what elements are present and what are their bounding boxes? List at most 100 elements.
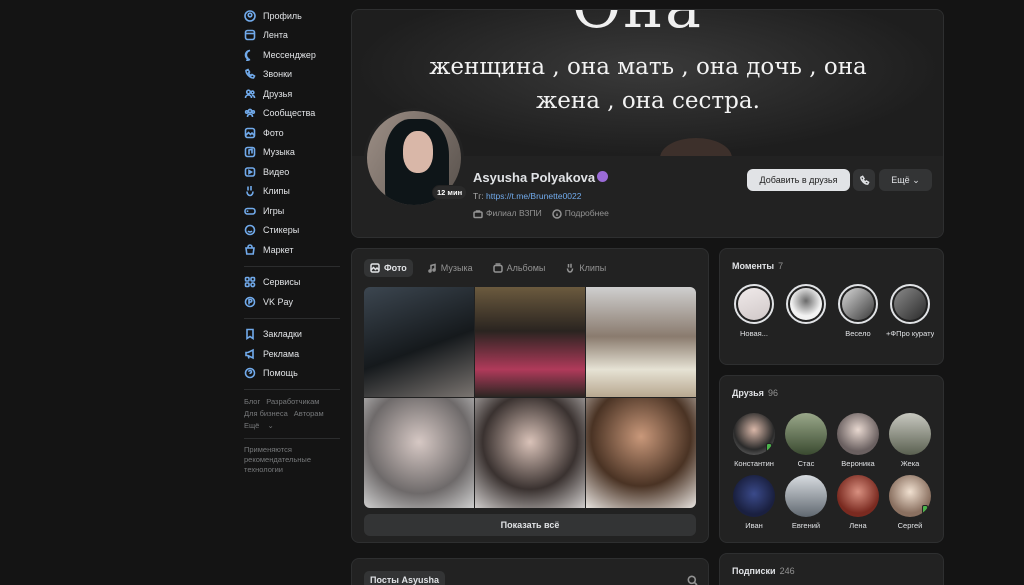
sidebar-item-stickers[interactable]: Стикеры: [240, 221, 344, 241]
search-icon[interactable]: [687, 573, 698, 585]
moment-label: Весело: [845, 329, 871, 338]
friend-item[interactable]: Евгений: [780, 475, 832, 530]
sidebar-item-help[interactable]: Помощь: [240, 364, 344, 384]
show-all-button[interactable]: Показать всё: [364, 514, 696, 536]
messenger-icon: [244, 49, 256, 61]
subscriptions-title[interactable]: Подписки 246: [732, 566, 795, 576]
sidebar-item-market[interactable]: Маркет: [240, 240, 344, 260]
friend-name: Сергей: [897, 521, 923, 530]
sidebar-item-feed[interactable]: Лента: [240, 26, 344, 46]
market-icon: [244, 243, 256, 256]
photo-thumbnail[interactable]: [586, 287, 696, 397]
tab-clips[interactable]: Клипы: [559, 259, 612, 277]
feed-icon: [244, 29, 256, 41]
moment-item[interactable]: [786, 284, 826, 324]
friend-item[interactable]: Иван: [728, 475, 780, 530]
moment-item[interactable]: [838, 284, 878, 324]
friend-item[interactable]: Вероника: [832, 413, 884, 468]
cover-decoration: [660, 138, 732, 156]
avatar-face: [403, 131, 433, 173]
sidebar-item-communities[interactable]: Сообщества: [240, 104, 344, 124]
call-button[interactable]: [853, 169, 875, 191]
photo-thumbnail[interactable]: [364, 398, 474, 508]
footer-link-more[interactable]: Ещё ⌄: [244, 421, 280, 430]
phone-icon: [244, 68, 256, 80]
page: Профиль Лента Мессенджер Звонки Друзья С…: [0, 0, 1024, 585]
org-item[interactable]: Филиал ВЗПИ: [473, 208, 542, 219]
sidebar-item-messenger[interactable]: Мессенджер: [240, 45, 344, 65]
photo-grid: [364, 287, 696, 508]
tab-music[interactable]: Музыка: [421, 259, 479, 277]
sidebar-item-ads[interactable]: Реклама: [240, 344, 344, 364]
bookmarks-icon: [244, 328, 256, 341]
moments-title[interactable]: Моменты 7: [732, 261, 783, 271]
friend-item[interactable]: Стас: [780, 413, 832, 468]
footer-link-business[interactable]: Для бизнеса: [244, 409, 288, 418]
details-link[interactable]: Подробнее: [551, 208, 609, 219]
friend-avatar: [785, 475, 827, 517]
sidebar-item-label: Клипы: [263, 186, 290, 197]
photo-thumbnail[interactable]: [364, 287, 474, 397]
friend-name: Лена: [849, 521, 867, 530]
footer-link-blog[interactable]: Блог: [244, 397, 260, 406]
friend-avatar: [889, 413, 931, 455]
friend-item[interactable]: Жека: [884, 413, 936, 468]
briefcase-icon: [473, 209, 483, 219]
friend-item[interactable]: Лена: [832, 475, 884, 530]
sidebar-item-calls[interactable]: Звонки: [240, 65, 344, 85]
friends-count: 96: [767, 388, 778, 398]
photo-icon: [244, 127, 256, 139]
cover-big-text: Она: [572, 10, 703, 42]
services-icon: [244, 276, 256, 288]
sidebar-item-vkpay[interactable]: VK Pay: [240, 292, 344, 312]
footer-link-developers[interactable]: Разработчикам: [266, 397, 319, 406]
sidebar-footer-links: Блог Разработчикам Для бизнеса Авторам Ещё…: [244, 396, 344, 432]
communities-icon: [244, 107, 256, 119]
tab-posts[interactable]: Посты Asyusha: [364, 571, 445, 585]
stickers-icon: [244, 224, 256, 236]
sidebar-item-bookmarks[interactable]: Закладки: [240, 325, 344, 345]
sidebar-divider: [244, 317, 340, 319]
friend-name: Евгений: [791, 521, 821, 530]
music-icon: [244, 146, 256, 158]
footer-link-authors[interactable]: Авторам: [294, 409, 324, 418]
vkpay-icon: [244, 296, 256, 308]
info-icon: [551, 209, 562, 219]
moment-preview: [842, 288, 874, 320]
add-friend-button[interactable]: Добавить в друзья: [747, 169, 850, 191]
sidebar-item-label: Видео: [263, 166, 290, 177]
sidebar-item-label: Сервисы: [263, 277, 301, 288]
friend-item[interactable]: Сергей: [884, 475, 936, 530]
online-mobile-indicator: [766, 443, 772, 452]
sidebar-item-music[interactable]: Музыка: [240, 143, 344, 163]
telegram-link[interactable]: https://t.me/Brunette0022: [486, 191, 581, 201]
sidebar-item-label: Фото: [263, 127, 284, 138]
photo-thumbnail[interactable]: [586, 398, 696, 508]
sidebar-item-clips[interactable]: Клипы: [240, 182, 344, 202]
moment-item[interactable]: [734, 284, 774, 324]
sidebar-item-services[interactable]: Сервисы: [240, 273, 344, 293]
photo-thumbnail[interactable]: [475, 287, 585, 397]
sidebar-item-photo[interactable]: Фото: [240, 123, 344, 143]
friend-name: Жека: [900, 459, 920, 468]
tab-photo[interactable]: Фото: [364, 259, 413, 277]
chevron-down-icon: ⌄: [912, 174, 920, 185]
friends-title[interactable]: Друзья 96: [732, 388, 778, 398]
more-button[interactable]: Ещё ⌄: [879, 169, 932, 191]
sidebar-item-friends[interactable]: Друзья: [240, 84, 344, 104]
tab-albums[interactable]: Альбомы: [487, 259, 552, 277]
sidebar-divider: [244, 438, 340, 439]
sidebar-item-label: Звонки: [263, 69, 293, 80]
friend-avatar: [837, 475, 879, 517]
friend-name: Иван: [745, 521, 763, 530]
sidebar-item-label: Реклама: [263, 348, 300, 359]
sidebar-item-games[interactable]: Игры: [240, 201, 344, 221]
sidebar-item-profile[interactable]: Профиль: [240, 6, 344, 26]
friend-item[interactable]: Константин: [728, 413, 780, 468]
sidebar-item-video[interactable]: Видео: [240, 162, 344, 182]
moment-item[interactable]: [890, 284, 930, 324]
photo-thumbnail[interactable]: [475, 398, 585, 508]
friend-name: Константин: [734, 459, 774, 468]
sidebar-item-label: Профиль: [263, 10, 302, 21]
sidebar-divider: [244, 265, 340, 267]
